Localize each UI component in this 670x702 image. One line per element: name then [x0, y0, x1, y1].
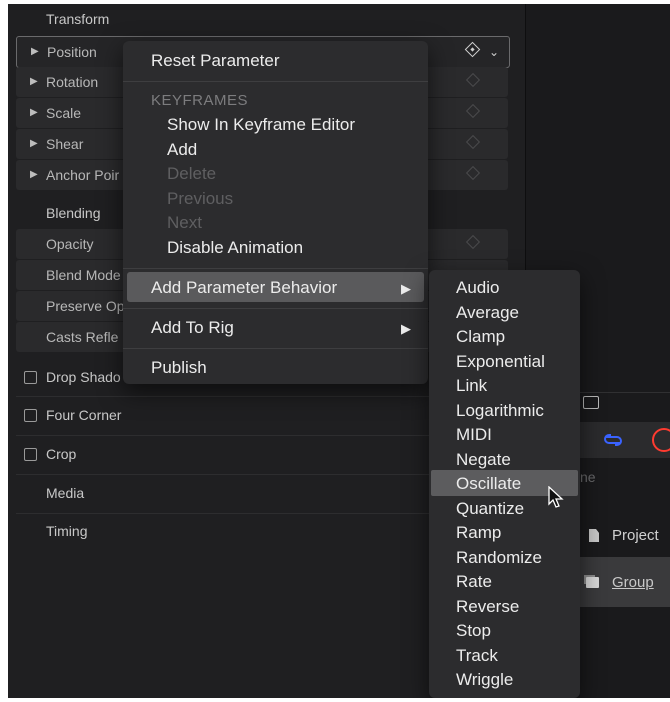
submenu-item-wriggle[interactable]: Wriggle	[456, 670, 513, 690]
section-timing-label[interactable]: Timing	[46, 523, 88, 539]
section-blending-label[interactable]: Blending	[46, 205, 101, 221]
mouse-cursor-icon	[548, 486, 564, 508]
menu-item-delete: Delete	[167, 164, 217, 183]
submenu-item-negate[interactable]: Negate	[456, 450, 511, 470]
keyframe-diamond-icon[interactable]	[465, 72, 481, 88]
disclosure-triangle-icon[interactable]: ▶	[30, 160, 38, 190]
keyframe-diamond-icon[interactable]	[465, 165, 481, 181]
disclosure-triangle-icon[interactable]: ▶	[30, 129, 38, 159]
menu-separator	[123, 308, 428, 309]
param-label-shear: Shear	[46, 136, 84, 152]
frame-edge	[0, 698, 670, 702]
chevron-down-icon[interactable]: ⌄	[489, 37, 499, 67]
right-panel-partial-text: ne	[580, 469, 596, 485]
submenu-item-randomize[interactable]: Randomize	[456, 548, 542, 568]
menu-item-add[interactable]: Add	[167, 140, 197, 160]
submenu-item-midi[interactable]: MIDI	[456, 425, 492, 445]
section-drop-shadow-label[interactable]: Drop Shado	[46, 369, 121, 385]
menu-item-previous: Previous	[167, 189, 234, 208]
section-four-corner-label[interactable]: Four Corner	[46, 407, 121, 423]
group-icon	[586, 577, 599, 588]
keyframe-diamond-icon[interactable]	[464, 41, 481, 58]
submenu-item-average[interactable]: Average	[456, 303, 519, 323]
menu-separator	[123, 268, 428, 269]
section-transform-label[interactable]: Transform	[46, 11, 109, 27]
menu-item-add-parameter-behavior[interactable]: Add Parameter Behavior	[151, 278, 337, 298]
menu-item-reset-parameter[interactable]: Reset Parameter	[151, 51, 280, 71]
keyframe-diamond-icon[interactable]	[465, 103, 481, 119]
disclosure-triangle-icon[interactable]: ▶	[30, 67, 38, 97]
loop-icon[interactable]	[600, 429, 626, 451]
submenu-arrow-icon: ▶	[401, 281, 411, 296]
submenu-item-oscillate[interactable]: Oscillate	[456, 474, 521, 494]
submenu-item-audio[interactable]: Audio	[456, 278, 499, 298]
disclosure-triangle-icon[interactable]: ▶	[30, 98, 38, 128]
context-menu: Reset Parameter KEYFRAMES Show In Keyfra…	[123, 41, 428, 384]
keyframe-diamond-icon[interactable]	[465, 134, 481, 150]
menu-item-next: Next	[167, 213, 202, 232]
submenu-item-quantize[interactable]: Quantize	[456, 499, 524, 519]
keyframe-diamond-icon[interactable]	[465, 234, 481, 250]
window-icon[interactable]	[583, 396, 599, 409]
menu-separator	[123, 81, 428, 82]
frame-edge	[0, 0, 8, 702]
submenu-item-logarithmic[interactable]: Logarithmic	[456, 401, 544, 421]
section-crop-label[interactable]: Crop	[46, 446, 76, 462]
menu-item-add-to-rig[interactable]: Add To Rig	[151, 318, 234, 338]
project-label[interactable]: Project	[612, 527, 659, 544]
menu-item-disable-animation[interactable]: Disable Animation	[167, 238, 303, 258]
menu-separator	[123, 348, 428, 349]
submenu-item-clamp[interactable]: Clamp	[456, 327, 505, 347]
param-label-scale: Scale	[46, 105, 82, 121]
param-label-casts-reflection: Casts Refle	[46, 329, 119, 345]
menu-header-keyframes: KEYFRAMES	[151, 92, 249, 109]
param-label-opacity: Opacity	[46, 236, 94, 252]
submenu-item-rate[interactable]: Rate	[456, 572, 492, 592]
param-label-anchor-point: Anchor Poir	[46, 167, 120, 183]
submenu-item-ramp[interactable]: Ramp	[456, 523, 501, 543]
section-media-label[interactable]: Media	[46, 485, 84, 501]
param-label-rotation: Rotation	[46, 74, 99, 90]
four-corner-checkbox[interactable]	[24, 409, 37, 422]
submenu-item-exponential[interactable]: Exponential	[456, 352, 545, 372]
behavior-submenu: Audio Average Clamp Exponential Link Log…	[429, 270, 580, 698]
param-label-blend-mode: Blend Mode	[46, 267, 121, 283]
disclosure-triangle-icon[interactable]: ▶	[31, 37, 39, 67]
param-label-preserve-opacity: Preserve Op	[46, 298, 125, 314]
submenu-item-reverse[interactable]: Reverse	[456, 597, 519, 617]
document-icon	[589, 529, 599, 542]
submenu-arrow-icon: ▶	[401, 321, 411, 336]
submenu-item-link[interactable]: Link	[456, 376, 487, 396]
drop-shadow-checkbox[interactable]	[24, 371, 37, 384]
record-icon[interactable]	[652, 428, 670, 452]
group-label[interactable]: Group	[612, 574, 654, 591]
submenu-item-stop[interactable]: Stop	[456, 621, 491, 641]
menu-item-show-in-keyframe-editor[interactable]: Show In Keyframe Editor	[167, 115, 355, 135]
submenu-item-track[interactable]: Track	[456, 646, 498, 666]
menu-item-publish[interactable]: Publish	[151, 358, 207, 378]
param-label-position: Position	[47, 44, 97, 60]
frame-edge	[0, 0, 670, 4]
crop-checkbox[interactable]	[24, 448, 37, 461]
